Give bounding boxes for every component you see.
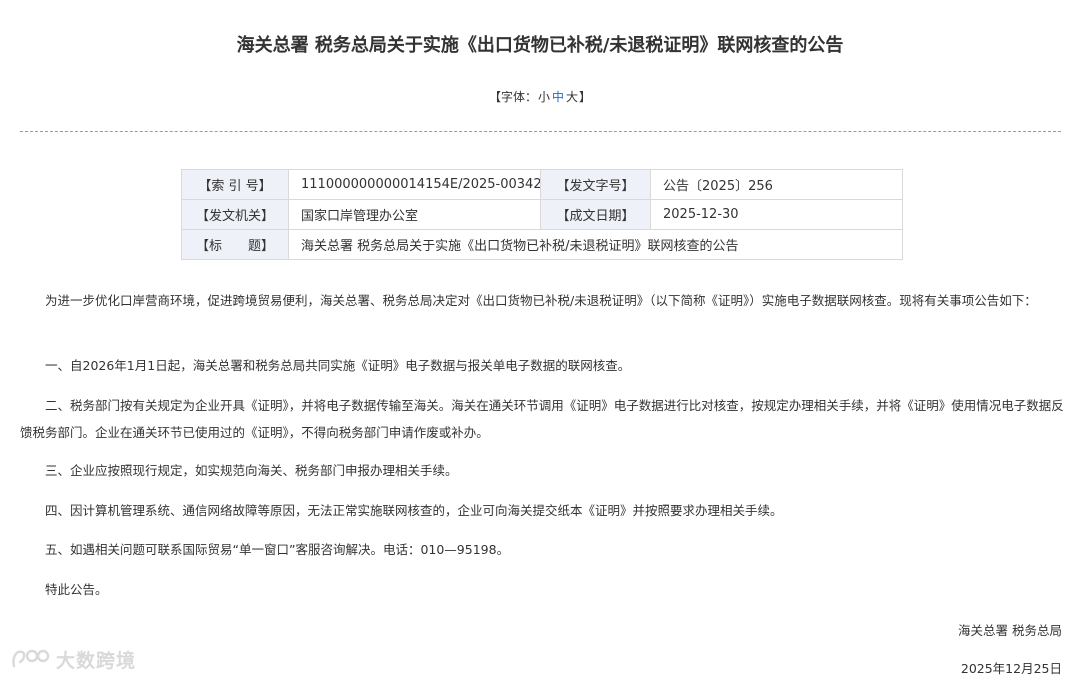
written-date-value: 2025-12-30 xyxy=(650,199,903,230)
page-title: 海关总署 税务总局关于实施《出口货物已补税/未退税证明》联网核查的公告 xyxy=(236,35,844,56)
watermark: 大数跨境 xyxy=(10,644,136,674)
item-5-paragraph: 五、如遇相关问题可联系国际贸易“单一窗口”客服咨询解决。电话：010—95198… xyxy=(45,542,510,557)
dashed-divider xyxy=(20,131,1061,132)
font-size-suffix: 】 xyxy=(579,90,592,104)
document-meta-table: 【索 引 号】 111000000000014154E/2025-00342 【… xyxy=(181,169,903,260)
written-date-label: 【成文日期】 xyxy=(540,199,651,230)
document-number-label: 【发文字号】 xyxy=(540,169,651,200)
meta-row: 【标 题】 海关总署 税务总局关于实施《出口货物已补税/未退税证明》联网核查的公… xyxy=(181,229,903,260)
signature-issuer: 海关总署 税务总局 xyxy=(958,623,1062,638)
intro-paragraph: 为进一步优化口岸营商环境，促进跨境贸易便利，海关总署、税务总局决定对《出口货物已… xyxy=(45,293,1037,308)
watermark-logo-icon xyxy=(12,649,50,668)
signature-date: 2025年12月25日 xyxy=(960,661,1062,676)
font-size-selector: 【字体：小中大】 xyxy=(0,88,1080,105)
item-1-paragraph: 一、自2026年1月1日起，海关总署和税务总局共同实施《证明》电子数据与报关单电… xyxy=(45,358,631,373)
doc-title-value: 海关总署 税务总局关于实施《出口货物已补税/未退税证明》联网核查的公告 xyxy=(288,229,903,260)
font-size-medium-link[interactable]: 中 xyxy=(552,90,564,104)
item-3-paragraph: 三、企业应按照现行规定，如实规范向海关、税务部门申报办理相关手续。 xyxy=(45,463,458,478)
font-size-small-link[interactable]: 小 xyxy=(538,90,550,104)
issuing-authority-value: 国家口岸管理办公室 xyxy=(288,199,541,230)
closing-paragraph: 特此公告。 xyxy=(45,582,108,597)
meta-row: 【发文机关】 国家口岸管理办公室 【成文日期】 2025-12-30 xyxy=(181,199,903,230)
document-number-value: 公告〔2025〕256 xyxy=(650,169,903,200)
issuing-authority-label: 【发文机关】 xyxy=(181,199,289,230)
index-number-value: 111000000000014154E/2025-00342 xyxy=(288,169,541,200)
font-size-prefix: 【字体： xyxy=(488,90,537,104)
item-2-paragraph: 二、税务部门按有关规定为企业开具《证明》，并将电子数据传输至海关。海关在通关环节… xyxy=(20,398,1064,440)
doc-title-label: 【标 题】 xyxy=(181,229,289,260)
font-size-large-link[interactable]: 大 xyxy=(566,90,578,104)
index-number-label: 【索 引 号】 xyxy=(181,169,289,200)
item-4-paragraph: 四、因计算机管理系统、通信网络故障等原因，无法正常实施联网核查的，企业可向海关提… xyxy=(45,503,783,518)
meta-row: 【索 引 号】 111000000000014154E/2025-00342 【… xyxy=(181,169,903,200)
watermark-text: 大数跨境 xyxy=(56,649,137,672)
